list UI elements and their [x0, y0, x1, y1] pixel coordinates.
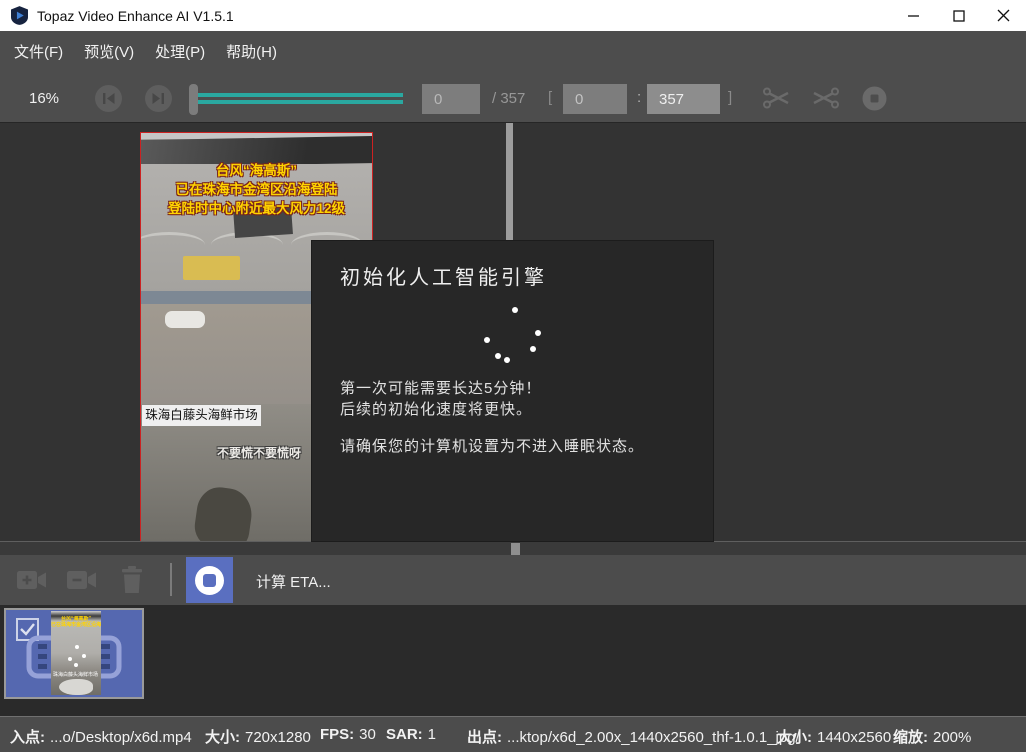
cut-left-icon[interactable] [762, 85, 790, 111]
horizontal-scrollbar-thumb[interactable] [511, 543, 520, 555]
cut-right-icon[interactable] [812, 85, 840, 111]
status-in-point: 入点:...o/Desktop/x6d.mp4 [10, 726, 192, 747]
maximize-icon [953, 10, 965, 22]
maximize-button[interactable] [936, 0, 981, 31]
range-end-input[interactable] [647, 84, 720, 114]
status-zoom: 缩放:200% [893, 726, 971, 747]
minimize-button[interactable] [891, 0, 936, 31]
headline-line-1: 台风“海高斯” [141, 161, 372, 180]
range-separator: : [637, 89, 641, 106]
total-frames-label: / 357 [492, 90, 525, 107]
minimize-icon [908, 10, 920, 22]
app-logo-icon [11, 6, 28, 25]
playback-toolbar: 16% / 357 [ : ] [0, 72, 1026, 123]
menu-preview[interactable]: 预览(V) [84, 41, 134, 62]
timeline-track-bottom[interactable] [198, 100, 403, 104]
horizontal-scrollbar[interactable] [0, 541, 1026, 555]
status-sar: SAR:1 [386, 726, 436, 743]
add-clip-icon[interactable] [16, 567, 53, 593]
eta-label: 计算 ETA... [256, 571, 331, 592]
preview-area: 台风“海高斯” 已在珠海市金湾区沿海登陆 登陆时中心附近最大风力12级 珠海白藤… [0, 123, 1026, 555]
clip-mini-preview: 台风“海高斯” 已在珠海市金湾区沿海登陆 珠海白藤头海鲜市场 [51, 611, 101, 695]
process-toolbar: 计算 ETA... [0, 555, 1026, 605]
range-start-input[interactable] [563, 84, 627, 114]
menu-file[interactable]: 文件(F) [14, 41, 63, 62]
zoom-level-label: 16% [29, 90, 59, 107]
clip-list-strip: 台风“海高斯” 已在珠海市金湾区沿海登陆 珠海白藤头海鲜市场 [0, 605, 1026, 716]
close-button[interactable] [981, 0, 1026, 31]
menu-help[interactable]: 帮助(H) [226, 41, 277, 62]
timeline-track-top[interactable] [198, 93, 403, 97]
skip-to-end-icon[interactable] [145, 85, 172, 112]
headline-line-3: 登陆时中心附近最大风力12级 [141, 199, 372, 218]
clip-thumbnail-selected[interactable]: 台风“海高斯” 已在珠海市金湾区沿海登陆 珠海白藤头海鲜市场 [4, 608, 144, 699]
status-out-point: 出点:...ktop/x6d_2.00x_1440x2560_thf-1.0.1… [467, 726, 800, 747]
range-bracket-open: [ [548, 89, 552, 106]
mini-debris [59, 679, 93, 695]
status-output-size: 大小:1440x2560 [777, 726, 891, 747]
status-bar: 入点:...o/Desktop/x6d.mp4 大小:720x1280 FPS:… [0, 716, 1026, 752]
range-bracket-close: ] [728, 89, 732, 106]
stop-outline-icon[interactable] [861, 85, 888, 112]
video-overlay-caption: 不要慌不要慌呀 [217, 444, 301, 461]
dialog-title: 初始化人工智能引擎 [340, 261, 547, 290]
close-icon [997, 9, 1010, 22]
skip-to-start-icon[interactable] [95, 85, 122, 112]
app-window: Topaz Video Enhance AI V1.5.1 文件(F) 预览(V… [0, 0, 1026, 752]
stop-processing-button[interactable] [186, 557, 233, 603]
trash-icon[interactable] [118, 565, 146, 595]
current-frame-input[interactable] [422, 84, 480, 114]
headline-line-2: 已在珠海市金湾区沿海登陆 [141, 180, 372, 199]
window-title: Topaz Video Enhance AI V1.5.1 [37, 8, 234, 24]
remove-clip-icon[interactable] [66, 567, 103, 593]
timeline-slider-handle[interactable] [189, 84, 198, 115]
status-input-size: 大小:720x1280 [205, 726, 311, 747]
stop-processing-icon [195, 566, 224, 595]
window-controls [891, 0, 1026, 31]
video-location-caption: 珠海白藤头海鲜市场 [142, 405, 261, 426]
dialog-line-1: 第一次可能需要长达5分钟！ [340, 377, 541, 398]
menu-bar: 文件(F) 预览(V) 处理(P) 帮助(H) [0, 31, 1026, 72]
video-headline-caption: 台风“海高斯” 已在珠海市金湾区沿海登陆 登陆时中心附近最大风力12级 [141, 161, 372, 218]
video-submerged-car [165, 311, 205, 328]
dialog-line-2: 后续的初始化速度将更快。 [340, 398, 532, 419]
dialog-line-3: 请确保您的计算机设置为不进入睡眠状态。 [340, 435, 644, 456]
toolbar-divider [170, 563, 172, 596]
menu-process[interactable]: 处理(P) [155, 41, 205, 62]
init-engine-dialog: 初始化人工智能引擎 第一次可能需要长达5分钟！ 后续的初始化速度将更快。 请确保… [312, 241, 713, 541]
mini-caption-text: 台风“海高斯” 已在珠海市金湾区沿海登陆 [51, 616, 101, 628]
title-bar: Topaz Video Enhance AI V1.5.1 [0, 0, 1026, 31]
video-yellow-sign [183, 256, 240, 280]
mini-location-caption: 珠海白藤头海鲜市场 [53, 671, 99, 678]
status-fps: FPS:30 [320, 726, 376, 743]
video-bridge-arch [140, 232, 205, 258]
